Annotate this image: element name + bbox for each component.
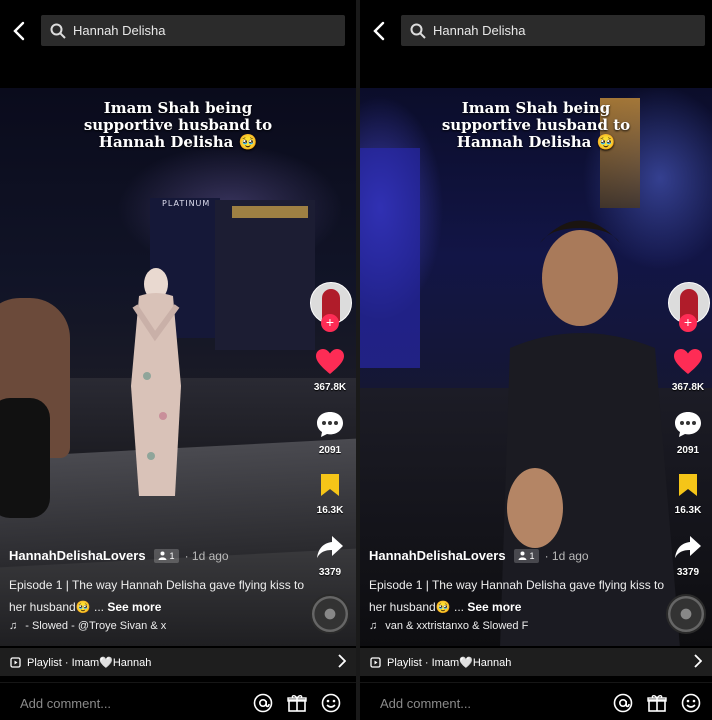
- stage-light: [360, 148, 420, 368]
- comment-icon: [317, 412, 343, 437]
- search-input[interactable]: Hannah Delisha: [401, 15, 705, 46]
- follow-button[interactable]: +: [679, 314, 697, 332]
- save-button[interactable]: 16.3K: [308, 472, 352, 516]
- building-lights: [232, 206, 308, 218]
- heart-icon: [316, 349, 344, 374]
- author-username[interactable]: HannahDelishaLovers: [9, 548, 146, 563]
- save-button[interactable]: 16.3K: [666, 472, 710, 516]
- bookmark-icon: [679, 474, 697, 496]
- video-author: HannahDelishaLovers 1 · 1d ago: [9, 548, 229, 563]
- back-arrow-icon[interactable]: [370, 20, 390, 42]
- playlist-bar[interactable]: Playlist · Imam🤍Hannah: [360, 648, 712, 676]
- comment-input[interactable]: Add comment...: [20, 696, 111, 711]
- emoji-icon[interactable]: [321, 693, 341, 713]
- playlist-icon: [10, 657, 21, 668]
- caption-line: Imam Shah being: [103, 99, 253, 117]
- caption-line: supportive husband to: [83, 116, 273, 134]
- mention-icon[interactable]: [613, 693, 633, 713]
- building: [215, 200, 315, 350]
- search-icon: [410, 23, 426, 39]
- like-button[interactable]: 367.8K: [308, 348, 352, 393]
- emoji-icon[interactable]: [681, 693, 701, 713]
- follow-button[interactable]: +: [321, 314, 339, 332]
- search-input[interactable]: Hannah Delisha: [41, 15, 345, 46]
- comment-input[interactable]: Add comment...: [380, 696, 471, 711]
- chevron-right-icon: [338, 654, 346, 668]
- music-track[interactable]: ♫ van & xxtristanxo & Slowed F: [369, 620, 659, 632]
- music-note-icon: ♫: [9, 620, 18, 632]
- caption-line: supportive husband to: [441, 116, 631, 134]
- like-button[interactable]: 367.8K: [666, 348, 710, 393]
- search-query: Hannah Delisha: [73, 23, 166, 38]
- heart-icon: [674, 349, 702, 374]
- music-title: - Slowed - @Troye Sivan & x: [25, 620, 167, 632]
- top-bar: Hannah Delisha: [0, 0, 356, 62]
- person-icon: [518, 551, 527, 560]
- video-panel-left: Hannah Delisha PLATINUM Imam Shah being …: [0, 0, 356, 720]
- post-date: · 1d ago: [544, 548, 589, 563]
- music-disc[interactable]: [310, 594, 350, 634]
- see-more-link[interactable]: See more: [467, 600, 521, 614]
- gift-icon[interactable]: [287, 693, 307, 713]
- back-arrow-icon[interactable]: [10, 20, 30, 42]
- save-count: 16.3K: [316, 505, 344, 516]
- playlist-title: Playlist · Imam🤍Hannah: [27, 656, 152, 669]
- post-date: · 1d ago: [184, 548, 229, 563]
- foreground-shoulder: [0, 398, 50, 518]
- video-panel-right: Hannah Delisha Imam Shah being supportiv…: [360, 0, 712, 720]
- comment-button[interactable]: 2091: [308, 410, 352, 456]
- music-disc[interactable]: [666, 594, 706, 634]
- model-figure: [131, 268, 181, 496]
- comment-count: 2091: [318, 445, 342, 456]
- friends-badge: 1: [513, 548, 539, 563]
- comment-icon: [675, 412, 701, 437]
- comment-bar: Add comment...: [360, 682, 712, 720]
- author-username[interactable]: HannahDelishaLovers: [369, 548, 506, 563]
- video-author: HannahDelishaLovers 1 · 1d ago: [369, 548, 589, 563]
- friends-badge: 1: [153, 548, 179, 563]
- video-description: Episode 1 | The way Hannah Delisha gave …: [9, 574, 309, 618]
- music-track[interactable]: ♫ - Slowed - @Troye Sivan & x: [9, 620, 299, 632]
- share-count: 3379: [676, 567, 700, 578]
- top-bar: Hannah Delisha: [360, 0, 712, 62]
- like-count: 367.8K: [313, 382, 347, 393]
- share-button[interactable]: 3379: [308, 534, 352, 578]
- chevron-right-icon: [694, 654, 702, 668]
- comment-button[interactable]: 2091: [666, 410, 710, 456]
- person-icon: [158, 551, 167, 560]
- save-count: 16.3K: [674, 505, 702, 516]
- music-note-icon: ♫: [369, 620, 378, 632]
- music-title: van & xxtristanxo & Slowed F: [385, 620, 529, 632]
- caption-line: Imam Shah being: [461, 99, 611, 117]
- search-query: Hannah Delisha: [433, 23, 526, 38]
- playlist-icon: [370, 657, 381, 668]
- like-count: 367.8K: [671, 382, 705, 393]
- share-button[interactable]: 3379: [666, 534, 710, 578]
- comment-bar: Add comment...: [0, 682, 356, 720]
- share-count: 3379: [318, 567, 342, 578]
- caption-line: Hannah Delisha 🥹: [98, 133, 258, 151]
- search-icon: [50, 23, 66, 39]
- mention-icon[interactable]: [253, 693, 273, 713]
- caption-line: Hannah Delisha 🥹: [456, 133, 616, 151]
- playlist-bar[interactable]: Playlist · Imam🤍Hannah: [0, 648, 356, 676]
- venue-sign: PLATINUM: [162, 199, 211, 208]
- share-icon: [675, 536, 701, 558]
- share-icon: [317, 536, 343, 558]
- gift-icon[interactable]: [647, 693, 667, 713]
- video-caption: Imam Shah being supportive husband to Ha…: [0, 100, 356, 151]
- see-more-link[interactable]: See more: [107, 600, 161, 614]
- friends-count: 1: [529, 550, 535, 561]
- video-caption: Imam Shah being supportive husband to Ha…: [360, 100, 712, 151]
- comment-count: 2091: [676, 445, 700, 456]
- bookmark-icon: [321, 474, 339, 496]
- playlist-title: Playlist · Imam🤍Hannah: [387, 656, 512, 669]
- video-description: Episode 1 | The way Hannah Delisha gave …: [369, 574, 669, 618]
- split-screen: Hannah Delisha PLATINUM Imam Shah being …: [0, 0, 712, 720]
- friends-count: 1: [169, 550, 175, 561]
